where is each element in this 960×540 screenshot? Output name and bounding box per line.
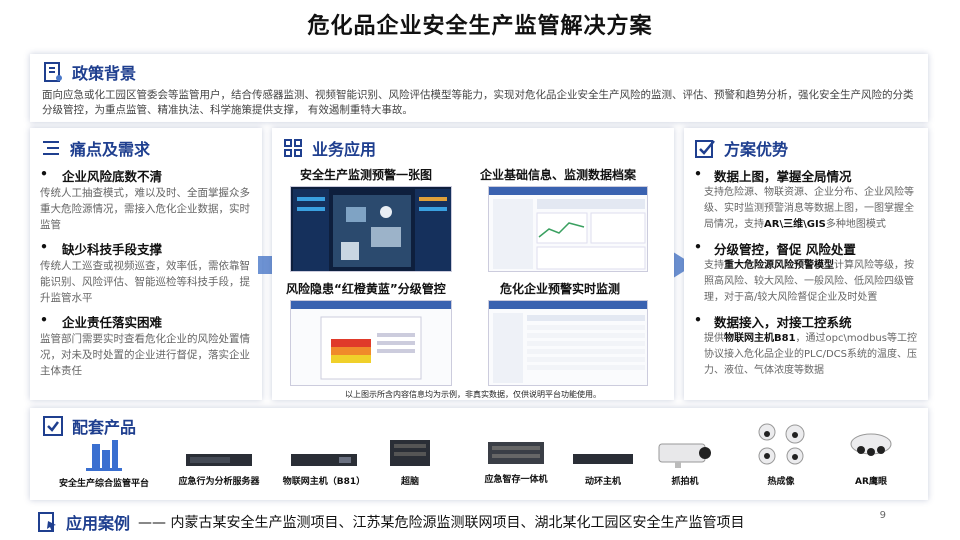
list-icon [40,137,62,159]
product-iot-host: 物联网主机（B81） [274,446,374,487]
screenshot-monitoring-map [290,186,452,272]
screenshot-risk-grading [290,300,452,386]
product-ar-eagle-eye: AR鹰眼 [836,430,906,487]
server-icon [571,446,635,470]
pain-item-desc: 传统人工抽查模式，难以及时、全面掌握众多重大危险源情况，需接入危化企业数据，实时… [40,187,250,231]
product-snapshot-camera: 抓拍机 [650,438,720,487]
product-storage: 应急智存一体机 [466,438,566,485]
disclaimer-note: 以上图示所含内容信息均为示例，非真实数据，仅供说明平台功能使用。 [345,390,601,399]
caption-realtime-alert: 危化企业预警实时监测 [500,282,621,296]
policy-heading: 政策背景 [42,60,916,84]
checkbox-icon [42,415,64,437]
camera-icon [751,420,811,470]
cases-heading: 应用案例 [36,510,130,534]
screenshot-realtime-alert [488,300,648,386]
camera-icon [655,438,715,470]
pain-heading: 痛点及需求 [40,136,252,160]
pain-item-title: • 企业风险底数不清 [40,166,163,184]
caption-enterprise-archive: 企业基础信息、监测数据档案 [480,168,637,182]
advantage-item-desc: 支持重大危险源风险预警模型计算风险等级，按照高风险、较大风险、一般风险、低风险四… [704,260,914,303]
cases-row: 应用案例 —— 内蒙古某安全生产监测项目、江苏某危险源监测联网项目、湖北某化工园… [36,510,744,534]
screenshot-enterprise-archive [488,186,648,272]
business-heading: 业务应用 [282,136,664,160]
product-platform: 安全生产综合监管平台 [46,438,162,489]
server-icon [289,446,359,470]
document-icon [42,61,64,83]
advantage-item-title: • 数据接入，对接工控系统 [694,312,852,330]
pain-item-title: • 企业责任落实困难 [40,312,163,330]
grid-icon [282,137,304,159]
policy-text: 面向应急或化工园区管委会等监管用户，结合传感器监测、视频智能识别、风险评估模型等… [42,89,914,116]
advantage-item-desc: 提供物联网主机B81，通过opc\modbus等工控协议接入危化品企业的PLC/… [704,333,917,376]
advantage-panel: 方案优势 • 数据上图，掌握全局情况 支持危险源、物联资源、企业分布、企业风险等级… [684,128,928,400]
page-title: 危化品企业安全生产监管解决方案 [307,14,653,39]
building-icon [82,438,126,472]
product-analysis-server: 应急行为分析服务器 [164,446,274,487]
advantage-item-desc: 支持危险源、物联资源、企业分布、企业风险等级、实时监测预警消息等数据上图，一图掌… [704,187,914,230]
advantage-heading: 方案优势 [694,136,918,160]
advantage-item-title: • 分级管控，督促 风险处置 [694,239,856,257]
pain-item-desc: 传统人工巡查或视频巡查，效率低，需依靠智能识别、风险评估、智能巡检等科技手段，提… [40,260,250,304]
business-panel: 业务应用 安全生产监测预警一张图 企业基础信息、监测数据档案 风险隐患“红橙黄蓝… [272,128,674,400]
checklist-icon [694,137,716,159]
server-icon [486,438,546,468]
server-icon [388,438,432,470]
pain-item-desc: 监管部门需要实时查看危化企业的风险处置情况，对未及时处置的企业进行督促，落实企业… [40,333,250,377]
caption-monitoring-map: 安全生产监测预警一张图 [300,168,433,182]
camera-icon [846,430,896,470]
pain-item-title: • 缺少科技手段支撑 [40,239,163,257]
advantage-item-title: • 数据上图，掌握全局情况 [694,166,852,184]
cases-text: —— 内蒙古某安全生产监测项目、江苏某危险源监测联网项目、湖北某化工园区安全生产… [138,515,745,531]
pain-panel: 痛点及需求 • 企业风险底数不清 传统人工抽查模式，难以及时、全面掌握众多重大危险… [30,128,262,400]
caption-risk-grading: 风险隐患“红橙黄蓝”分级管控 [286,282,446,296]
page-number: 9 [879,510,886,521]
product-thermal: 热成像 [746,420,816,487]
policy-panel: 政策背景 面向应急或化工园区管委会等监管用户，结合传感器监测、视频智能识别、风险… [30,54,928,122]
bookmark-icon [36,511,58,533]
products-panel: 配套产品 安全生产综合监管平台 应急行为分析服务器 物联网主机（B81） 超脑 … [30,408,928,500]
product-environment-host: 动环主机 [568,446,638,487]
product-super-brain: 超脑 [380,438,440,487]
server-icon [184,446,254,470]
